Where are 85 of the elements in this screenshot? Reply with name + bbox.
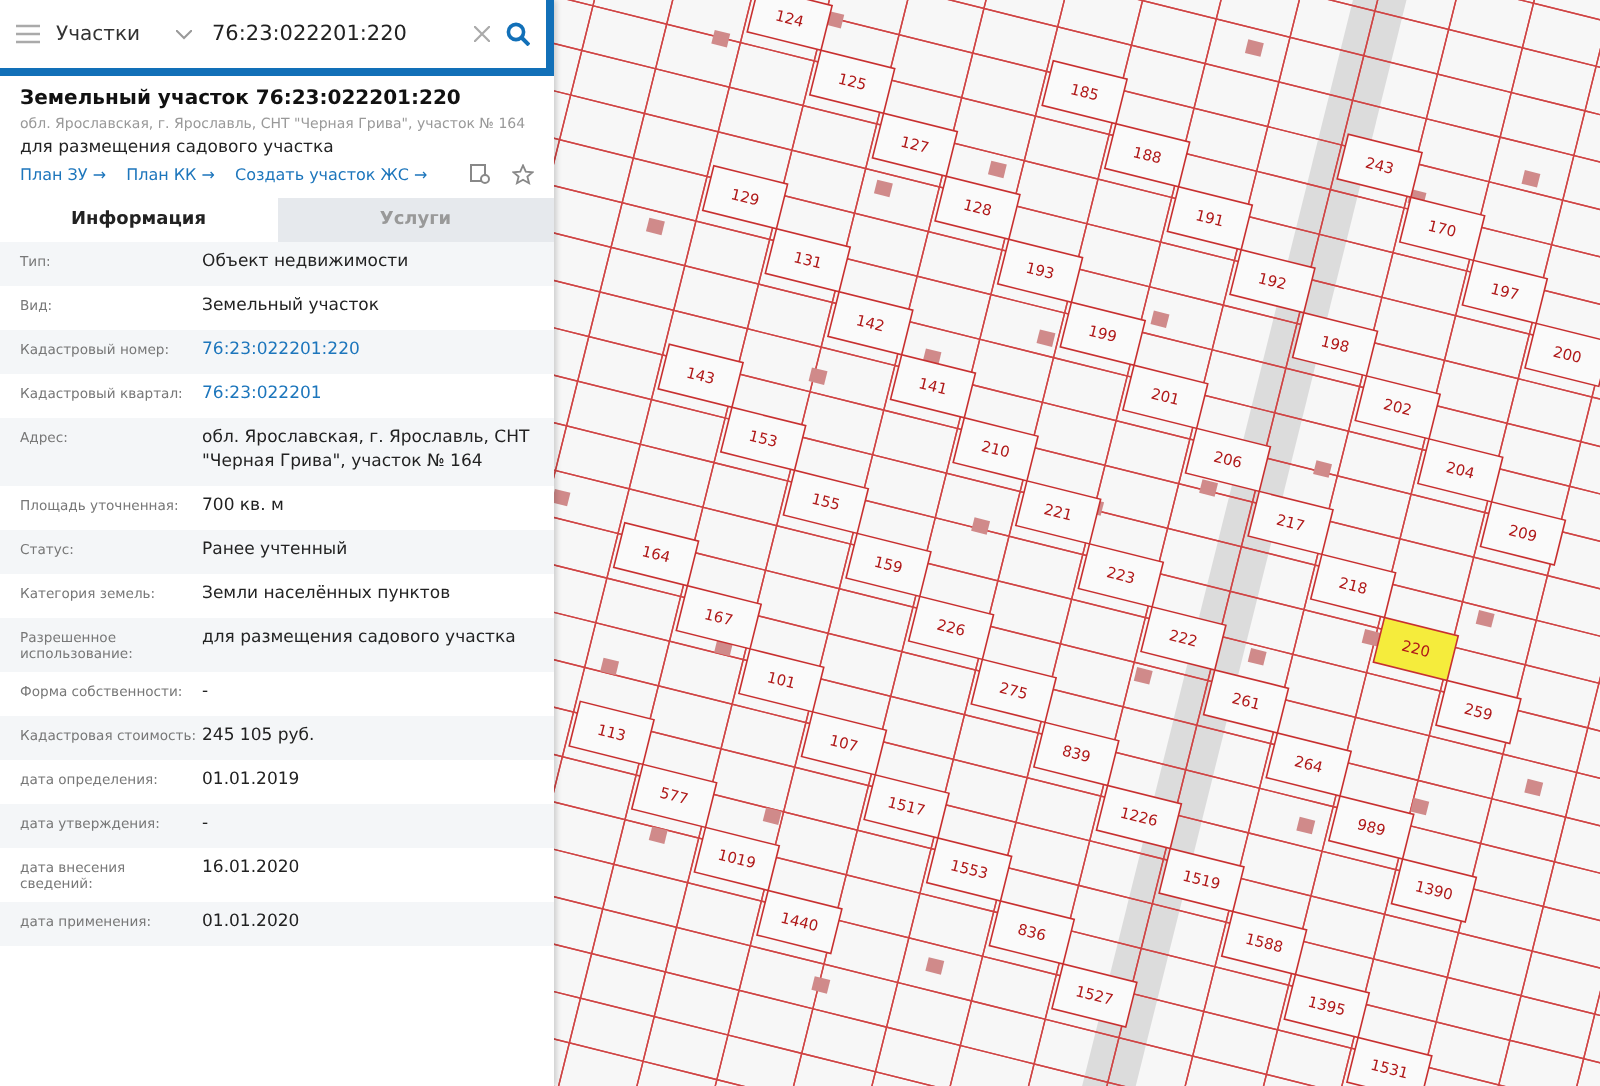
search-icon[interactable]: [506, 22, 530, 46]
land-parcel[interactable]: [1059, 301, 1147, 367]
land-parcel[interactable]: [871, 112, 959, 178]
plan-link[interactable]: Создать участок ЖС →: [234, 166, 428, 184]
field-value: Объект недвижимости: [202, 252, 409, 276]
land-parcel[interactable]: [1265, 731, 1353, 797]
land-parcel[interactable]: [568, 700, 655, 766]
land-parcel[interactable]: [952, 416, 1039, 482]
land-parcel[interactable]: [756, 889, 843, 955]
land-parcel[interactable]: [1077, 542, 1165, 608]
land-parcel[interactable]: [889, 353, 977, 419]
land-parcel[interactable]: [925, 836, 1013, 902]
chevron-down-icon[interactable]: [176, 29, 192, 39]
land-parcel[interactable]: [1416, 437, 1504, 503]
land-parcel[interactable]: [1291, 311, 1379, 377]
land-parcel[interactable]: [1435, 679, 1522, 745]
land-parcel[interactable]: [1014, 479, 1102, 545]
land-parcel[interactable]: [1524, 322, 1600, 388]
land-parcel[interactable]: [1041, 59, 1129, 125]
land-parcel[interactable]: [1121, 364, 1209, 430]
land-parcel[interactable]: [1229, 248, 1316, 314]
plan-link[interactable]: План КК →: [126, 166, 215, 184]
land-parcel[interactable]: [746, 0, 834, 52]
land-parcel[interactable]: [808, 49, 896, 115]
land-parcel[interactable]: [863, 773, 950, 839]
field-value: Земельный участок: [202, 296, 379, 320]
land-parcel[interactable]: [1202, 668, 1290, 734]
land-parcel[interactable]: [988, 899, 1076, 965]
land-parcel[interactable]: [934, 175, 1021, 241]
land-parcel[interactable]: [907, 595, 995, 661]
land-parcel[interactable]: [657, 343, 745, 409]
field-value: -: [202, 681, 209, 706]
land-parcel[interactable]: [1140, 605, 1227, 671]
field-value: 01.01.2019: [202, 769, 300, 794]
land-parcel[interactable]: [1354, 374, 1442, 440]
land-parcel[interactable]: [826, 290, 914, 356]
land-parcel[interactable]: [630, 763, 718, 829]
land-parcel[interactable]: [764, 227, 852, 293]
object-title: Земельный участок 76:23:022201:220: [20, 88, 463, 110]
land-parcel[interactable]: [1309, 553, 1397, 619]
land-parcel[interactable]: [1390, 858, 1478, 923]
field-value: Ранее учтенный: [202, 539, 348, 564]
field-value: Земли населённых пунктов: [202, 583, 451, 608]
layer-select[interactable]: Участки: [56, 23, 160, 45]
land-parcel[interactable]: [782, 469, 870, 535]
land-parcel[interactable]: [612, 521, 700, 587]
land-parcel[interactable]: [1051, 963, 1138, 1028]
field-value: -: [202, 813, 209, 838]
field-value: 700 кв. м: [202, 495, 284, 520]
field-value: 245 105 руб.: [202, 725, 315, 750]
land-parcel[interactable]: [845, 532, 932, 598]
land-parcel[interactable]: [701, 164, 789, 230]
land-parcel[interactable]: [1461, 259, 1549, 325]
field-value: 16.01.2020: [202, 857, 300, 882]
land-parcel[interactable]: [1346, 1036, 1433, 1086]
land-parcel[interactable]: [1398, 196, 1486, 262]
land-parcel[interactable]: [675, 584, 763, 650]
land-parcel[interactable]: [1158, 847, 1245, 913]
land-parcel[interactable]: [996, 238, 1084, 304]
star-icon[interactable]: [512, 164, 534, 186]
object-purpose: для размещения садового участка: [20, 138, 336, 158]
land-parcel[interactable]: [693, 826, 781, 892]
land-parcel[interactable]: [1479, 500, 1567, 566]
land-parcel[interactable]: [1336, 133, 1423, 199]
land-parcel[interactable]: [1372, 616, 1460, 682]
land-parcel[interactable]: [970, 658, 1058, 724]
field-value: обл. Ярославская, г. Ярославль, СНТ "Черная Грива", участок № 164: [202, 428, 532, 476]
land-parcel[interactable]: [1283, 973, 1371, 1039]
field-link[interactable]: 76:23:022201:220: [202, 340, 360, 364]
field-link[interactable]: 76:23:022201: [202, 384, 322, 408]
land-parcel[interactable]: [1166, 185, 1254, 251]
land-parcel[interactable]: [1184, 427, 1272, 493]
land-parcel[interactable]: [1327, 795, 1415, 860]
land-parcel[interactable]: [800, 710, 888, 776]
document-search-icon[interactable]: [470, 164, 492, 186]
land-parcel[interactable]: [737, 647, 825, 713]
land-parcel[interactable]: [1095, 784, 1183, 850]
land-parcel[interactable]: [1247, 490, 1334, 556]
field-value: для размещения садового участка: [202, 627, 516, 652]
land-parcel[interactable]: [1103, 122, 1191, 188]
field-value: 01.01.2020: [202, 911, 300, 936]
land-parcel[interactable]: [719, 406, 807, 472]
plan-link[interactable]: План ЗУ →: [20, 166, 107, 184]
land-parcel[interactable]: [1032, 721, 1120, 787]
land-parcel[interactable]: [1220, 910, 1308, 976]
